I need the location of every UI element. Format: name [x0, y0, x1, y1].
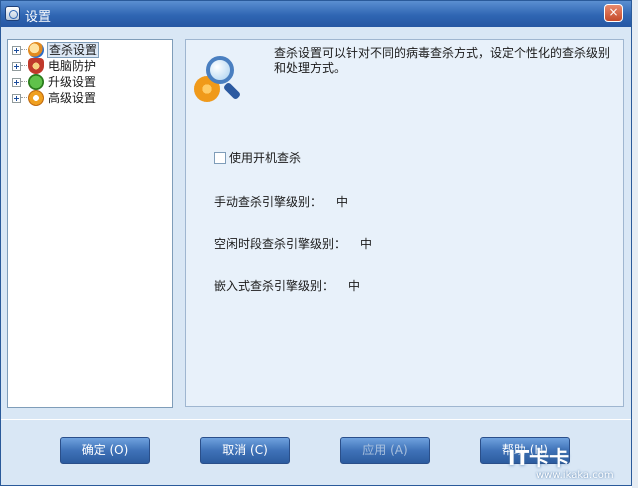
magnifier-gear-icon	[194, 56, 244, 102]
setting-label: 手动查杀引擎级别：	[214, 195, 323, 209]
setting-value[interactable]: 中	[360, 235, 372, 252]
tree-item-scan-settings[interactable]: 查杀设置	[12, 42, 100, 58]
close-button[interactable]: ×	[604, 4, 623, 22]
watermark-url: www.ikaka.com	[536, 470, 614, 481]
setting-value[interactable]: 中	[348, 277, 360, 294]
boot-scan-option[interactable]: 使用开机查杀	[214, 149, 301, 166]
tree-connector	[21, 49, 27, 51]
expand-icon[interactable]	[12, 45, 21, 55]
tree-item-label: 高级设置	[48, 91, 97, 105]
watermark: IT卡卡 www.ikaka.com	[500, 436, 632, 486]
boot-scan-checkbox[interactable]	[214, 151, 226, 164]
gear-icon	[28, 90, 44, 106]
settings-tree: 查杀设置 电脑防护 升级设置 高级设置	[7, 39, 173, 408]
window-title: 设置	[25, 10, 52, 25]
tree-connector	[21, 81, 27, 83]
manual-scan-level-row: 手动查杀引擎级别： 中	[214, 193, 348, 210]
setting-label: 嵌入式查杀引擎级别：	[214, 279, 335, 293]
tree-item-label: 电脑防护	[48, 59, 97, 73]
title-bar[interactable]: 设置 ×	[1, 1, 631, 27]
expand-icon[interactable]	[12, 77, 21, 87]
shield-icon	[28, 58, 44, 74]
tree-item-advanced-settings[interactable]: 高级设置	[12, 90, 97, 106]
setting-value[interactable]: 中	[336, 193, 348, 210]
tree-item-label: 升级设置	[48, 75, 97, 89]
tree-item-update-settings[interactable]: 升级设置	[12, 74, 97, 90]
shield-app-icon	[5, 6, 20, 21]
background-window-edge	[632, 0, 638, 488]
ok-button[interactable]: 确定 (O)	[60, 437, 150, 464]
tree-item-pc-protection[interactable]: 电脑防护	[12, 58, 97, 74]
expand-icon[interactable]	[12, 93, 21, 103]
section-description: 查杀设置可以针对不同的病毒查杀方式，设定个性化的查杀级别和处理方式。	[274, 46, 611, 75]
check-icon	[28, 74, 44, 90]
expand-icon[interactable]	[12, 61, 21, 71]
cancel-button[interactable]: 取消 (C)	[200, 437, 290, 464]
apply-button[interactable]: 应用 (A)	[340, 437, 430, 464]
magnifier-handle-icon	[222, 81, 242, 101]
boot-scan-label: 使用开机查杀	[229, 151, 302, 165]
embedded-scan-level-row: 嵌入式查杀引擎级别： 中	[214, 277, 360, 294]
setting-label: 空闲时段查杀引擎级别：	[214, 237, 347, 251]
tree-connector	[21, 65, 27, 67]
watermark-logo: IT卡卡	[508, 446, 570, 470]
search-gear-icon	[28, 42, 44, 58]
idle-scan-level-row: 空闲时段查杀引擎级别： 中	[214, 235, 372, 252]
settings-window: 设置 × 查杀设置 电脑防护 升级设置 高级设置 查杀设置可以针对不同的病毒查杀…	[0, 0, 632, 486]
tree-item-label: 查杀设置	[47, 42, 100, 58]
tree-connector	[21, 97, 27, 99]
settings-content-panel	[185, 39, 624, 407]
magnifier-lens-icon	[206, 56, 234, 84]
